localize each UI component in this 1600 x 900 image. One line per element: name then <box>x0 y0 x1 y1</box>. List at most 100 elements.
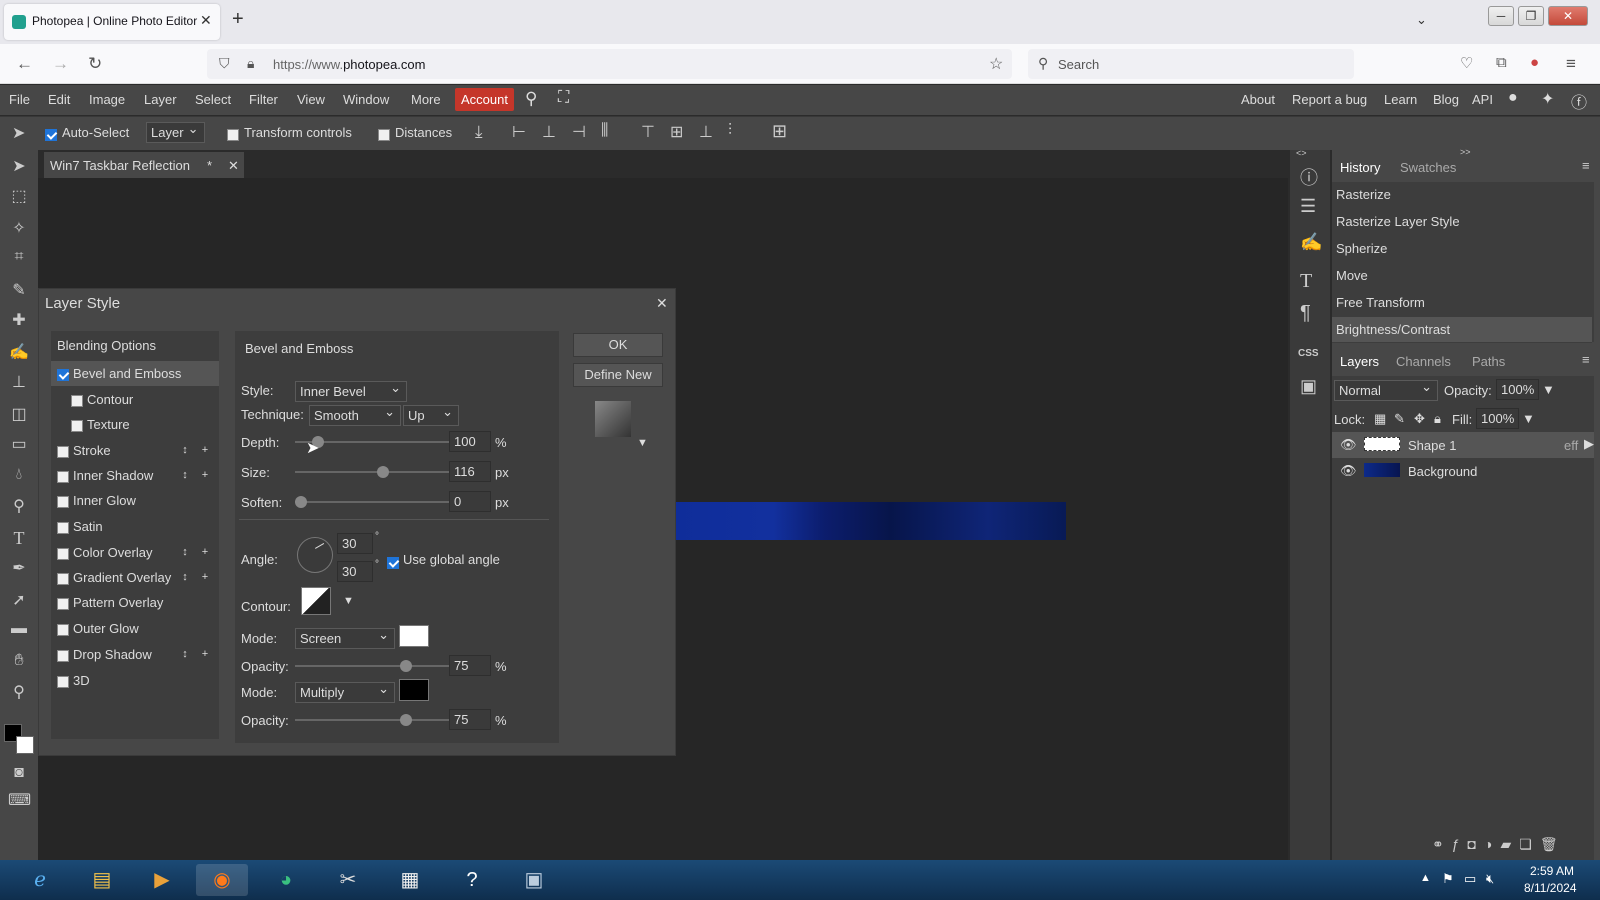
marquee-tool-icon[interactable]: ⬚ <box>8 186 30 208</box>
align-bottom-icon[interactable]: ⊥ <box>699 122 713 142</box>
brush-settings-icon[interactable]: ✍ <box>1300 232 1322 253</box>
depth-field[interactable]: 100 <box>449 431 491 452</box>
addon-icon[interactable]: ● <box>1530 54 1539 71</box>
bevel-emboss-item[interactable]: Bevel and Emboss <box>51 361 219 386</box>
history-item[interactable]: Move <box>1332 263 1592 289</box>
soften-field[interactable]: 0 <box>449 491 491 512</box>
ie-icon[interactable]: ℯ <box>14 864 66 896</box>
tab-list-chevron-icon[interactable]: ⌄ <box>1416 12 1427 28</box>
inner-shadow-item[interactable]: Inner Shadow ↕ + <box>51 463 219 488</box>
align-center-icon[interactable]: ⊥ <box>542 122 556 142</box>
panel-menu-icon[interactable]: ≡ <box>1582 352 1590 367</box>
delete-layer-icon[interactable]: 🗑︎ <box>1540 836 1566 852</box>
menu-layer[interactable]: Layer <box>144 92 177 107</box>
outer-glow-item[interactable]: Outer Glow <box>51 616 219 641</box>
menu-image[interactable]: Image <box>89 92 125 107</box>
menu-select[interactable]: Select <box>195 92 231 107</box>
collapse-icon[interactable]: <> <box>1296 148 1307 158</box>
layer-opacity-field[interactable]: 100% <box>1496 379 1540 400</box>
texture-item[interactable]: Texture <box>51 412 219 437</box>
expand-icon[interactable]: >> <box>1460 147 1471 157</box>
help-icon[interactable]: ? <box>446 864 498 896</box>
drop-shadow-item[interactable]: Drop Shadow ↕ + <box>51 642 219 667</box>
mask-icon[interactable]: ◘ <box>1468 836 1484 852</box>
explorer-icon[interactable]: ▤ <box>76 864 128 896</box>
history-item[interactable]: Rasterize Layer Style <box>1332 209 1592 235</box>
minimize-button[interactable]: ─ <box>1488 6 1514 26</box>
keyboard-icon[interactable]: ⌨ <box>8 790 31 812</box>
distribute-v-icon[interactable]: ⫶ <box>728 122 732 140</box>
distances-checkbox[interactable] <box>378 126 390 141</box>
align-top-icon[interactable]: ⊤ <box>641 122 655 142</box>
panel-menu-icon[interactable]: ≡ <box>1582 158 1590 173</box>
fill-dropdown-icon[interactable]: ▼ <box>1522 411 1535 426</box>
bookmark-star-icon[interactable]: ☆ <box>989 54 1003 74</box>
image-icon[interactable]: ▣ <box>1300 376 1317 397</box>
fullscreen-icon[interactable]: ⛶ <box>558 89 569 107</box>
extensions-icon[interactable]: ⧉ <box>1496 54 1507 71</box>
pocket-icon[interactable]: ♡ <box>1460 54 1473 72</box>
align-middle-icon[interactable]: ⊞ <box>670 122 683 142</box>
auto-select-checkbox[interactable] <box>45 126 57 141</box>
new-layer-icon[interactable]: ❏ <box>1519 836 1540 852</box>
paragraph-icon[interactable]: ¶ <box>1300 302 1311 325</box>
reddit-icon[interactable]: ● <box>1508 89 1518 107</box>
network-icon[interactable]: ▣ <box>508 864 560 896</box>
visibility-eye-icon[interactable]: 👁︎ <box>1340 463 1357 479</box>
browser-search-field[interactable]: ⚲ Search <box>1028 49 1354 79</box>
direction-dropdown[interactable]: Up <box>403 404 459 426</box>
bevel-style-dropdown[interactable]: Inner Bevel <box>295 380 407 402</box>
highlight-mode-dropdown[interactable]: Screen <box>295 627 395 649</box>
history-item[interactable]: Spherize <box>1332 236 1592 262</box>
globe-icon[interactable]: ◕ <box>260 864 312 896</box>
size-slider[interactable] <box>295 466 449 478</box>
grid-icon[interactable]: ⊞ <box>772 121 787 142</box>
inner-glow-item[interactable]: Inner Glow <box>51 488 219 513</box>
quick-mask-icon[interactable]: ◙ <box>8 764 30 786</box>
contour-item[interactable]: Contour <box>51 387 219 412</box>
shape-tool-icon[interactable]: ▬ <box>8 620 30 642</box>
url-text[interactable]: https://www.photopea.com <box>273 57 425 72</box>
altitude-field[interactable]: 30 <box>337 561 373 582</box>
eyedropper-tool-icon[interactable]: ✎ <box>8 280 30 302</box>
blend-mode-dropdown[interactable]: Normal <box>1334 379 1438 401</box>
address-bar[interactable]: ⛉ 🔒︎ https://www.photopea.com ☆ <box>207 49 1012 79</box>
satin-item[interactable]: Satin <box>51 514 219 539</box>
canvas-image-taskbar[interactable] <box>676 502 1066 540</box>
size-field[interactable]: 116 <box>449 461 491 482</box>
slider-knob[interactable] <box>377 466 390 478</box>
account-button[interactable]: Account <box>455 88 514 111</box>
soften-slider[interactable] <box>295 496 449 508</box>
menu-file[interactable]: File <box>9 92 30 107</box>
define-new-button[interactable]: Define New <box>573 363 663 387</box>
angle-dial[interactable] <box>297 537 333 573</box>
search-icon[interactable]: ⚲ <box>525 89 537 109</box>
volume-muted-icon[interactable]: 🔇︎ <box>1486 871 1494 887</box>
network-tray-icon[interactable]: ▭ <box>1464 871 1476 887</box>
clock-date[interactable]: 8/11/2024 <box>1524 881 1577 895</box>
lock-paint-icon[interactable]: ✎ <box>1394 411 1405 427</box>
stroke-item[interactable]: Stroke ↕ + <box>51 438 219 463</box>
character-icon[interactable]: T <box>1300 270 1312 293</box>
blending-options-item[interactable]: Blending Options <box>51 333 219 358</box>
link-learn[interactable]: Learn <box>1384 92 1417 107</box>
color-overlay-item[interactable]: Color Overlay ↕ + <box>51 540 219 565</box>
new-folder-icon[interactable]: ▰ <box>1500 836 1519 852</box>
gradient-overlay-item[interactable]: Gradient Overlay ↕ + <box>51 565 219 590</box>
highlight-opacity-field[interactable]: 75 <box>449 655 491 676</box>
pen-tool-icon[interactable]: ✒ <box>8 558 30 580</box>
layer-row[interactable]: 👁︎ Shape 1 eff ▶ <box>1332 432 1594 458</box>
paint-icon[interactable]: ✂ <box>322 864 374 896</box>
lock-transparency-icon[interactable]: ▦ <box>1374 411 1386 427</box>
adjustment-layer-icon[interactable]: ◑ <box>1484 836 1500 852</box>
layer-effects-badge[interactable]: eff <box>1564 438 1578 453</box>
close-dialog-icon[interactable]: ✕ <box>656 295 668 312</box>
tab-layers[interactable]: Layers <box>1340 354 1379 369</box>
auto-select-target-dropdown[interactable]: Layer <box>146 121 205 143</box>
show-hidden-icons[interactable]: ▲ <box>1420 872 1431 884</box>
slider-knob[interactable] <box>400 714 413 726</box>
maximize-button[interactable]: ❐ <box>1518 6 1544 26</box>
css-icon[interactable]: CSS <box>1298 348 1319 359</box>
gradient-tool-icon[interactable]: ▭ <box>8 434 30 456</box>
history-item[interactable]: Brightness/Contrast <box>1332 317 1592 343</box>
